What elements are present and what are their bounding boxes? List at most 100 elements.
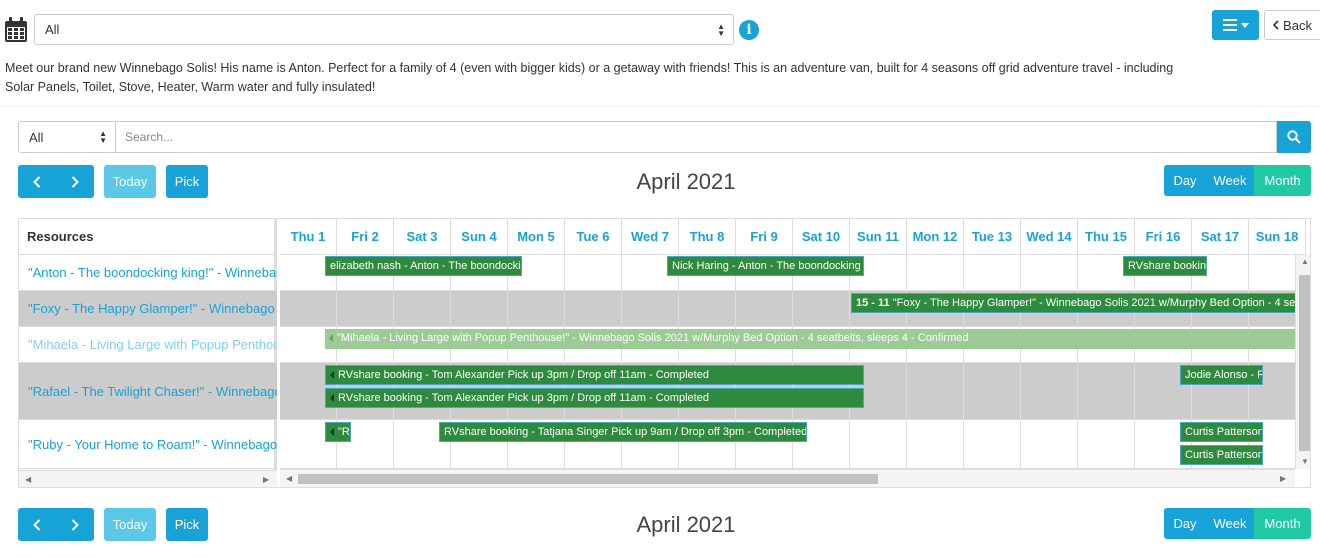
- continues-left-icon: [330, 394, 334, 403]
- day-header[interactable]: Fri 16: [1135, 219, 1192, 255]
- month-view-button[interactable]: Month: [1254, 508, 1311, 539]
- view-switcher: Day Week Month: [1164, 165, 1311, 196]
- resources-header: Resources: [19, 219, 274, 255]
- chevron-left-icon: [1273, 20, 1279, 30]
- resource-row-foxy[interactable]: "Foxy - The Happy Glamper!" - Winnebago …: [19, 291, 277, 327]
- search-filter-select[interactable]: All ▲ ▼: [18, 121, 116, 153]
- day-header[interactable]: Tue 6: [565, 219, 622, 255]
- view-switcher: Day Week Month: [1164, 508, 1311, 539]
- nav-group: [18, 508, 94, 541]
- event-label: RVshare booking - Tom Alexander Pick up …: [338, 392, 709, 404]
- today-button[interactable]: Today: [104, 165, 156, 198]
- day-header[interactable]: Wed 14: [1021, 219, 1078, 255]
- day-header[interactable]: Sat 17: [1192, 219, 1249, 255]
- resource-row-anton[interactable]: "Anton - The boondocking king!" - Winneb…: [19, 255, 277, 291]
- day-header[interactable]: Sat 3: [394, 219, 451, 255]
- event-bar[interactable]: RVshare booking - Tom Alexander Pick up …: [325, 365, 864, 385]
- vehicle-description: Meet our brand new Winnebago Solis! His …: [5, 61, 1174, 94]
- resources-scrollbar[interactable]: ◀ ▶: [19, 470, 277, 487]
- search-icon: [1287, 130, 1301, 144]
- day-header[interactable]: Fri 2: [337, 219, 394, 255]
- event-label: "Ruby - Your Home to Roam!": [338, 426, 350, 438]
- search-filter-value: All: [29, 129, 44, 145]
- month-view-button[interactable]: Month: [1254, 165, 1311, 196]
- calendar-icon[interactable]: [4, 16, 28, 43]
- continues-left-icon: [330, 428, 334, 437]
- day-header[interactable]: Sun 11: [850, 219, 907, 255]
- day-view-button[interactable]: Day: [1164, 165, 1206, 196]
- week-view-button[interactable]: Week: [1206, 165, 1254, 196]
- scroll-left-icon[interactable]: ◀: [25, 475, 31, 484]
- search-input[interactable]: Search...: [116, 121, 1277, 153]
- day-header[interactable]: Sun 4: [451, 219, 508, 255]
- day-header[interactable]: Thu 1: [280, 219, 337, 255]
- prev-button[interactable]: [18, 508, 56, 541]
- day-header[interactable]: Thu 15: [1078, 219, 1135, 255]
- resource-select[interactable]: All ▲ ▼: [34, 14, 734, 45]
- search-button[interactable]: [1277, 121, 1311, 153]
- week-view-button[interactable]: Week: [1206, 508, 1254, 539]
- day-header[interactable]: Sun 18: [1249, 219, 1306, 255]
- next-button[interactable]: [56, 165, 94, 198]
- event-bar[interactable]: RVshare booking - Tatjana Singer Pick up…: [439, 422, 807, 442]
- back-label: Back: [1283, 17, 1312, 33]
- select-arrows-icon: ▲ ▼: [99, 129, 107, 145]
- prev-button[interactable]: [18, 165, 56, 198]
- pick-button[interactable]: Pick: [166, 508, 208, 541]
- today-button[interactable]: Today: [104, 508, 156, 541]
- event-bar[interactable]: Curtis Patterson: [1180, 422, 1263, 442]
- day-header[interactable]: Tue 13: [964, 219, 1021, 255]
- month-title: April 2021: [636, 169, 736, 194]
- scroll-up-icon[interactable]: ▲: [1301, 257, 1309, 266]
- scroll-right-icon[interactable]: ▶: [263, 475, 269, 484]
- chevron-right-icon: [71, 175, 79, 188]
- scroll-left-icon[interactable]: ◀: [286, 474, 292, 483]
- search-row: All ▲ ▼ Search...: [18, 121, 1311, 153]
- day-header[interactable]: Thu 8: [679, 219, 736, 255]
- grid-line: [963, 255, 964, 469]
- hamburger-icon: [1222, 19, 1237, 31]
- scrollbar-thumb[interactable]: [1299, 275, 1310, 451]
- day-header[interactable]: Fri 9: [736, 219, 793, 255]
- day-header[interactable]: Sat 10: [793, 219, 850, 255]
- menu-button[interactable]: [1212, 10, 1259, 40]
- grid-line: [1020, 255, 1021, 469]
- event-bar[interactable]: 15 - 11 "Foxy - The Happy Glamper!" - Wi…: [851, 293, 1301, 313]
- event-bar[interactable]: Jodie Alonso - RVshare: [1180, 365, 1263, 385]
- day-header[interactable]: Mon 5: [508, 219, 565, 255]
- event-bar[interactable]: elizabeth nash - Anton - The boondocking…: [325, 256, 522, 276]
- scroll-down-icon[interactable]: ▼: [1301, 457, 1309, 466]
- grid-line: [393, 255, 394, 469]
- calendar-toolbar-bottom: Today Pick April 2021 Day Week Month: [18, 508, 1311, 541]
- back-button[interactable]: Back: [1264, 10, 1320, 40]
- resource-row-mihaela[interactable]: "Mihaela - Living Large with Popup Penth…: [19, 327, 277, 363]
- resource-row-rafael[interactable]: "Rafael - The Twilight Chaser!" - Winneb…: [19, 363, 277, 420]
- event-bar[interactable]: "Mihaela - Living Large with Popup Penth…: [325, 329, 1300, 349]
- chevron-left-icon: [33, 175, 41, 188]
- event-bar[interactable]: Curtis Patterson: [1180, 445, 1263, 465]
- event-label: "Foxy - The Happy Glamper!" - Winnebago …: [892, 297, 1301, 309]
- scroll-right-icon[interactable]: ▶: [1280, 474, 1286, 483]
- grid-line: [1077, 255, 1078, 469]
- info-icon[interactable]: i: [739, 19, 759, 40]
- vertical-scrollbar[interactable]: ▲ ▼: [1295, 255, 1310, 469]
- day-header[interactable]: Mon 12: [907, 219, 964, 255]
- pick-button[interactable]: Pick: [166, 165, 208, 198]
- event-label: RVshare booking - Tom Alexander Pick up …: [338, 369, 709, 381]
- grid-line: [1134, 255, 1135, 469]
- event-bar[interactable]: Nick Haring - Anton - The boondocking ki…: [667, 256, 864, 276]
- resource-select-value: All: [45, 22, 60, 37]
- day-view-button[interactable]: Day: [1164, 508, 1206, 539]
- continues-left-icon: [330, 371, 334, 380]
- event-bar[interactable]: RVshare booking: [1123, 256, 1207, 276]
- resource-row-ruby[interactable]: "Ruby - Your Home to Roam!" - Winnebago …: [19, 420, 277, 469]
- scrollbar-thumb[interactable]: [298, 474, 878, 484]
- event-bar[interactable]: "Ruby - Your Home to Roam!": [325, 422, 351, 442]
- month-title: April 2021: [636, 512, 736, 537]
- caret-down-icon: [1240, 22, 1249, 28]
- event-bar[interactable]: RVshare booking - Tom Alexander Pick up …: [325, 388, 864, 408]
- horizontal-scrollbar[interactable]: ◀ ▶: [280, 469, 1295, 487]
- day-header[interactable]: Wed 7: [622, 219, 679, 255]
- next-button[interactable]: [56, 508, 94, 541]
- chevron-right-icon: [71, 518, 79, 531]
